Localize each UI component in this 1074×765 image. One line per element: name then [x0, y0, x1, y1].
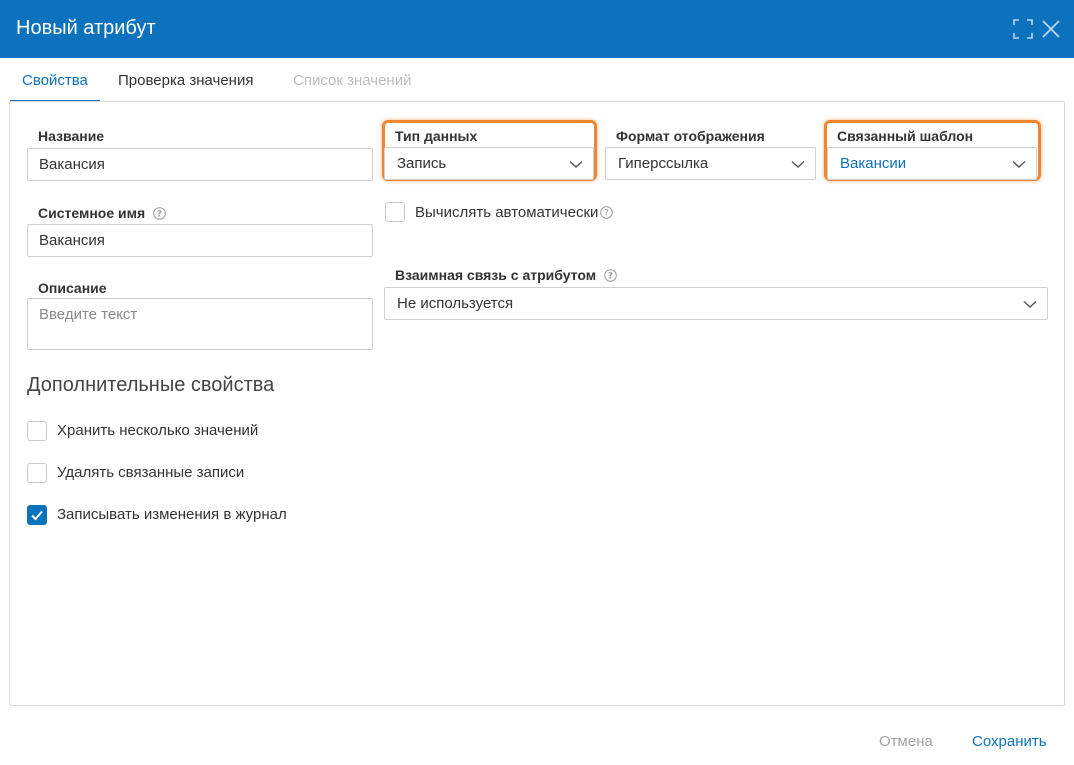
help-icon[interactable]: ?	[600, 206, 614, 223]
mutual-link-value: Не используется	[397, 295, 514, 312]
data-type-value: Запись	[397, 155, 447, 172]
dialog-title: Новый атрибут	[16, 17, 156, 39]
display-format-value: Гиперссылка	[618, 155, 709, 172]
svg-text:?: ?	[605, 209, 610, 219]
additional-properties-title: Дополнительные свойства	[27, 374, 275, 396]
mutual-link-label-text: Взаимная связь с атрибутом	[395, 267, 597, 283]
name-input[interactable]: Вакансия	[27, 148, 373, 181]
linked-template-select[interactable]: Вакансии	[827, 147, 1037, 180]
tab-properties[interactable]: Свойства	[10, 72, 100, 102]
description-label: Описание	[38, 280, 107, 296]
delete-linked-checkbox[interactable]	[27, 463, 47, 483]
auto-compute-label-text: Вычислять автоматически	[415, 204, 599, 221]
chevron-down-icon	[569, 160, 583, 168]
system-name-label: Системное имя ?	[38, 205, 166, 223]
svg-text:?: ?	[157, 210, 162, 220]
name-label: Название	[38, 128, 105, 144]
delete-linked-label: Удалять связанные записи	[57, 464, 245, 481]
properties-panel	[9, 101, 1065, 706]
linked-template-label: Связанный шаблон	[837, 128, 974, 144]
store-multiple-label: Хранить несколько значений	[57, 422, 259, 439]
system-name-input[interactable]: Вакансия	[27, 224, 373, 257]
help-icon[interactable]: ?	[153, 207, 166, 223]
checkmark-icon	[31, 510, 43, 521]
mutual-link-label: Взаимная связь с атрибутом ?	[395, 267, 617, 285]
display-format-select[interactable]: Гиперссылка	[605, 147, 816, 180]
expand-icon[interactable]	[1012, 18, 1034, 40]
data-type-label: Тип данных	[395, 128, 478, 144]
svg-text:?: ?	[608, 272, 613, 282]
chevron-down-icon	[791, 160, 805, 168]
store-multiple-checkbox[interactable]	[27, 421, 47, 441]
display-format-label: Формат отображения	[616, 128, 765, 144]
mutual-link-select[interactable]: Не используется	[384, 287, 1048, 320]
log-changes-checkbox[interactable]	[27, 505, 47, 525]
dialog-titlebar: Новый атрибут	[0, 0, 1074, 58]
tab-value-list: Список значений	[293, 72, 412, 89]
save-button[interactable]: Сохранить	[972, 733, 1047, 750]
auto-compute-checkbox[interactable]	[385, 202, 405, 222]
cancel-button[interactable]: Отмена	[879, 733, 933, 750]
system-name-label-text: Системное имя	[38, 205, 146, 221]
chevron-down-icon	[1023, 300, 1037, 308]
linked-template-value: Вакансии	[840, 155, 907, 172]
data-type-select[interactable]: Запись	[384, 147, 594, 180]
chevron-down-icon	[1012, 160, 1026, 168]
close-icon[interactable]	[1040, 18, 1062, 40]
description-textarea[interactable]: Введите текст	[27, 298, 373, 350]
help-icon[interactable]: ?	[604, 269, 617, 285]
log-changes-label: Записывать изменения в журнал	[57, 506, 287, 523]
auto-compute-label: Вычислять автоматически?	[415, 204, 614, 223]
tab-value-check[interactable]: Проверка значения	[118, 72, 253, 102]
